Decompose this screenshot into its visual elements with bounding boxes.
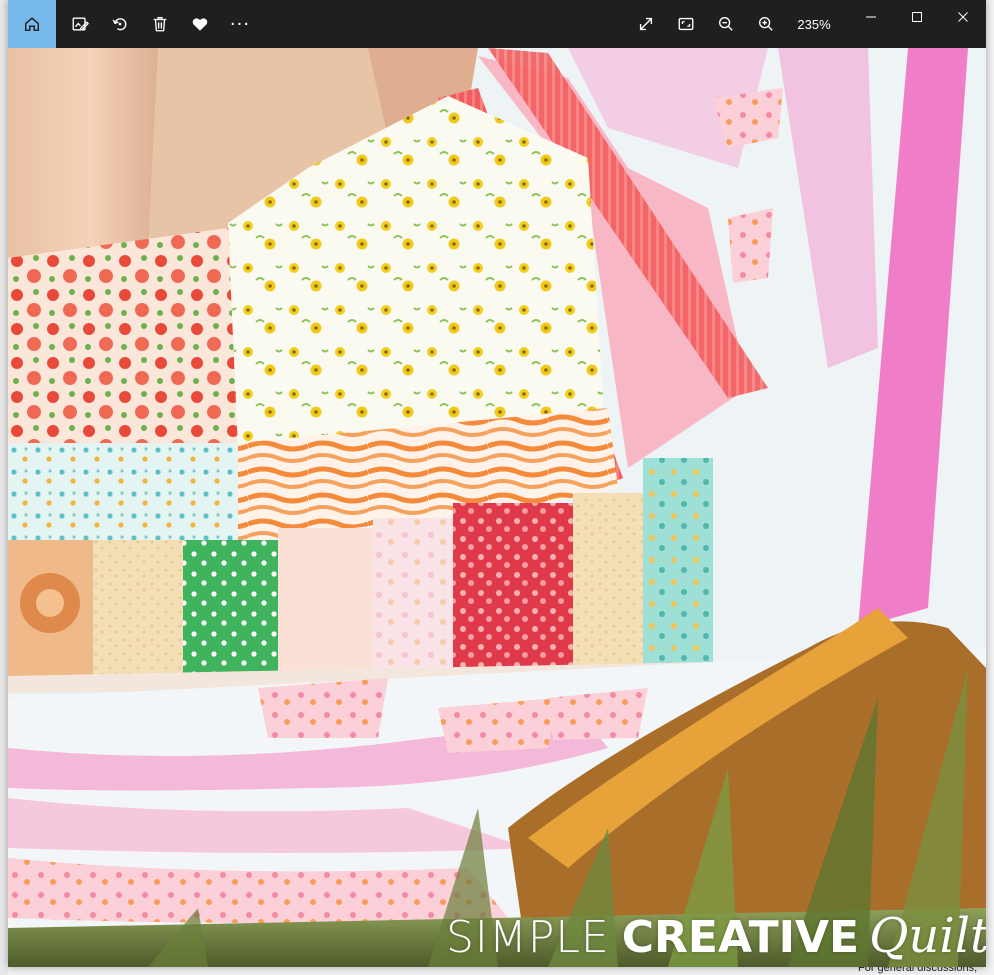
zoom-in-icon xyxy=(759,17,773,31)
fit-window-button[interactable] xyxy=(666,0,706,48)
fit-window-icon xyxy=(678,17,694,31)
more-options-button[interactable]: ··· xyxy=(220,0,260,48)
edit-image-icon xyxy=(72,17,89,31)
photo-canvas[interactable]: SIMPLE CREATIVE Quilts xyxy=(8,48,986,967)
close-button[interactable] xyxy=(940,0,986,34)
minimize-icon xyxy=(866,16,876,18)
home-button[interactable] xyxy=(8,0,56,48)
rotate-icon xyxy=(112,18,127,31)
more-icon: ··· xyxy=(229,13,251,35)
zoom-in-button[interactable] xyxy=(746,0,786,48)
background-window-edge xyxy=(0,0,8,975)
close-icon xyxy=(958,12,968,22)
trash-icon xyxy=(153,17,167,32)
edit-image-button[interactable] xyxy=(60,0,100,48)
home-icon xyxy=(24,17,40,32)
heart-icon xyxy=(192,18,208,31)
photos-viewer-window: ··· 235% SIMPLE CREATIVE Quil xyxy=(8,0,986,967)
zoom-out-icon xyxy=(719,17,733,31)
maximize-button[interactable] xyxy=(894,0,940,34)
rotate-button[interactable] xyxy=(100,0,140,48)
favorite-button[interactable] xyxy=(180,0,220,48)
toolbar: ··· 235% xyxy=(8,0,986,48)
fullscreen-button[interactable] xyxy=(626,0,666,48)
expand-icon xyxy=(639,17,653,31)
zoom-level[interactable]: 235% xyxy=(786,0,842,48)
maximize-icon xyxy=(912,12,922,22)
zoom-out-button[interactable] xyxy=(706,0,746,48)
minimize-button[interactable] xyxy=(848,0,894,34)
quilt-photo xyxy=(8,48,986,967)
delete-button[interactable] xyxy=(140,0,180,48)
